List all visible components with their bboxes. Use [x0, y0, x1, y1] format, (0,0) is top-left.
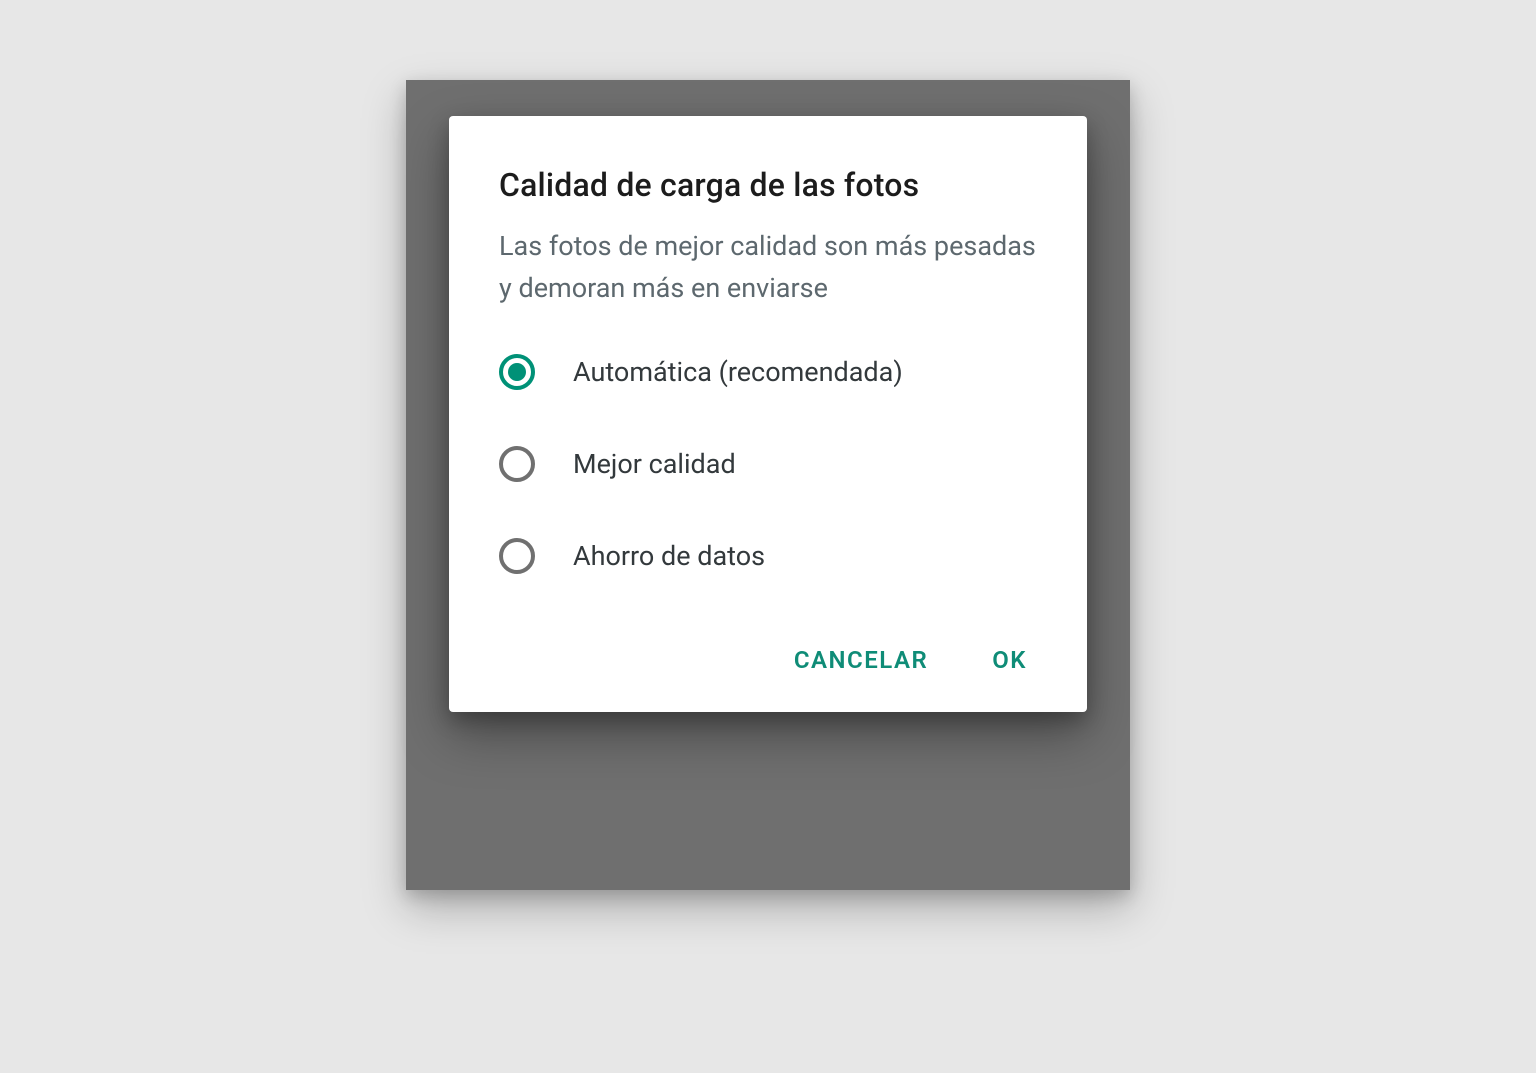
- radio-unselected-icon: [499, 446, 535, 482]
- option-data-saver[interactable]: Ahorro de datos: [499, 538, 1037, 574]
- ok-button[interactable]: OK: [988, 638, 1031, 682]
- option-automatic[interactable]: Automática (recomendada): [499, 354, 1037, 390]
- photo-upload-quality-dialog: Calidad de carga de las fotos Las fotos …: [449, 116, 1087, 712]
- options-list: Automática (recomendada) Mejor calidad A…: [499, 354, 1037, 574]
- option-label: Automática (recomendada): [573, 356, 903, 388]
- settings-screen-overlay: Calidad de carga de las fotos Las fotos …: [406, 80, 1130, 890]
- dialog-actions: CANCELAR OK: [499, 638, 1037, 682]
- option-label: Ahorro de datos: [573, 540, 765, 572]
- dialog-title: Calidad de carga de las fotos: [499, 166, 1037, 204]
- option-label: Mejor calidad: [573, 448, 736, 480]
- dialog-subtitle: Las fotos de mejor calidad son más pesad…: [499, 226, 1037, 310]
- radio-unselected-icon: [499, 538, 535, 574]
- option-best-quality[interactable]: Mejor calidad: [499, 446, 1037, 482]
- radio-selected-icon: [499, 354, 535, 390]
- cancel-button[interactable]: CANCELAR: [790, 638, 932, 682]
